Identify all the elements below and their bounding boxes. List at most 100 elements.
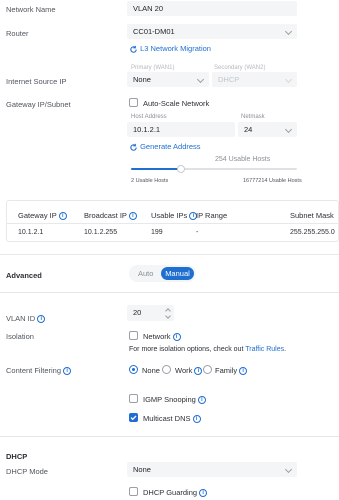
isolation-hint-suffix: . xyxy=(284,346,287,353)
chevron-down-icon xyxy=(284,27,293,36)
chevron-down-icon xyxy=(196,75,205,84)
multicast-dns-label: Multicast DNS i xyxy=(143,414,201,424)
filter-family-label: Family i xyxy=(215,366,248,376)
info-icon[interactable]: i xyxy=(199,489,208,498)
header-text: Gateway IP xyxy=(18,211,57,220)
filter-family-radio[interactable] xyxy=(203,365,212,374)
secondary-wan-select[interactable]: DHCP xyxy=(212,72,297,87)
generate-address-text: Generate Address xyxy=(140,142,201,151)
info-icon[interactable]: i xyxy=(58,212,67,221)
auto-option[interactable]: Auto xyxy=(138,269,153,278)
chevron-down-icon[interactable] xyxy=(165,313,171,319)
internet-source-label: Internet Source IP xyxy=(6,77,67,86)
network-name-label: Network Name xyxy=(6,5,56,14)
table-header-usable: Usable IPs i xyxy=(151,211,198,221)
info-icon[interactable]: i xyxy=(192,415,201,424)
multicast-dns-checkbox[interactable] xyxy=(129,413,138,422)
usable-hosts-slider-fill xyxy=(131,168,181,170)
advanced-toggle: Auto Manual xyxy=(129,265,196,282)
filter-none-radio[interactable] xyxy=(129,365,138,374)
dhcp-mode-select[interactable]: None xyxy=(127,462,297,477)
table-header-gateway: Gateway IP i xyxy=(18,211,67,221)
netmask-label: Netmask xyxy=(241,114,265,120)
dhcp-mode-label: DHCP Mode xyxy=(6,467,48,476)
dhcp-guarding-text: DHCP Guarding xyxy=(143,488,198,497)
content-filtering-text: Content Filtering xyxy=(6,366,62,375)
secondary-wan-header: Secondary (WAN2) xyxy=(214,65,266,71)
network-isolation-text: Network xyxy=(143,332,171,341)
isolation-hint-text: For more isolation options, check out xyxy=(129,346,244,353)
table-cell-usable: 199 xyxy=(151,229,163,236)
table-header-range: IP Range xyxy=(196,211,228,220)
checkmark-icon xyxy=(130,415,137,421)
info-icon[interactable]: i xyxy=(239,367,248,376)
secondary-wan-value: DHCP xyxy=(218,75,240,84)
chevron-down-icon xyxy=(284,75,293,84)
vlan-id-text: VLAN ID xyxy=(6,314,36,323)
dhcp-guarding-label: DHCP Guarding i xyxy=(143,488,208,498)
usable-hosts-slider-handle[interactable] xyxy=(177,165,185,173)
table-cell-range: - xyxy=(196,229,199,236)
auto-scale-checkbox[interactable] xyxy=(129,98,138,107)
primary-wan-value: None xyxy=(133,75,151,84)
isolation-hint: For more isolation options, check out Tr… xyxy=(129,346,286,353)
filter-work-radio[interactable] xyxy=(162,365,171,374)
table-cell-broadcast: 10.1.2.255 xyxy=(84,229,118,236)
info-icon[interactable]: i xyxy=(63,367,72,376)
vlan-id-label: VLAN ID i xyxy=(6,314,46,324)
info-icon[interactable]: i xyxy=(194,367,203,376)
vlan-id-value: 20 xyxy=(133,308,142,317)
router-select[interactable]: CC01-DM01 xyxy=(127,24,297,39)
netmask-select[interactable]: 24 xyxy=(238,122,297,137)
igmp-snooping-label: IGMP Snooping i xyxy=(143,395,206,405)
table-header-broadcast: Broadcast IP i xyxy=(84,211,137,221)
info-icon[interactable]: i xyxy=(172,333,181,342)
dhcp-guarding-checkbox[interactable] xyxy=(129,487,138,496)
dhcp-section-label: DHCP xyxy=(6,452,28,461)
section-divider xyxy=(0,436,339,437)
network-isolation-label: Network i xyxy=(143,332,181,342)
filter-none-label: None xyxy=(142,366,160,375)
advanced-label: Advanced xyxy=(6,271,42,280)
usable-hosts-min: 2 Usable Hosts xyxy=(131,178,169,184)
usable-hosts-center: 254 Usable Hosts xyxy=(215,156,271,163)
header-text: Broadcast IP xyxy=(84,211,127,220)
host-address-input[interactable]: 10.1.2.1 xyxy=(127,122,235,137)
primary-wan-select[interactable]: None xyxy=(127,72,209,87)
auto-scale-label: Auto-Scale Network xyxy=(143,99,210,108)
refresh-icon xyxy=(130,45,137,53)
vlan-id-stepper[interactable]: 20 xyxy=(127,305,174,321)
igmp-snooping-checkbox[interactable] xyxy=(129,394,138,403)
network-isolation-checkbox[interactable] xyxy=(129,331,138,340)
router-value: CC01-DM01 xyxy=(133,27,175,36)
host-address-label: Host Address xyxy=(131,114,167,120)
section-divider xyxy=(0,254,339,255)
table-cell-gateway: 10.1.2.1 xyxy=(18,229,44,236)
usable-hosts-max: 16777214 Usable Hosts xyxy=(243,178,302,184)
info-icon[interactable]: i xyxy=(128,212,137,221)
gateway-label: Gateway IP/Subnet xyxy=(6,100,71,109)
info-icon[interactable]: i xyxy=(197,396,206,405)
dhcp-mode-value: None xyxy=(133,465,151,474)
primary-wan-header: Primary (WAN1) xyxy=(131,65,175,71)
chevron-down-icon xyxy=(284,125,293,134)
usable-hosts-slider-track[interactable] xyxy=(131,165,297,173)
table-cell-subnet: 255.255.255.0 xyxy=(290,229,335,236)
table-divider xyxy=(7,223,338,224)
multicast-dns-text: Multicast DNS xyxy=(143,414,191,423)
section-divider xyxy=(0,292,339,293)
igmp-snooping-text: IGMP Snooping xyxy=(143,395,196,404)
chevron-down-icon xyxy=(284,465,293,474)
content-filtering-label: Content Filtering i xyxy=(6,366,72,376)
traffic-rules-link[interactable]: Traffic Rules xyxy=(245,346,284,353)
refresh-icon xyxy=(130,143,137,151)
network-name-input[interactable]: VLAN 20 xyxy=(127,1,297,16)
generate-address-link[interactable]: Generate Address xyxy=(129,142,201,152)
l3-migration-text: L3 Network Migration xyxy=(140,44,211,53)
filter-work-label: Work i xyxy=(175,366,203,376)
manual-option[interactable]: Manual xyxy=(161,267,194,280)
filter-work-text: Work xyxy=(175,366,193,375)
filter-family-text: Family xyxy=(215,366,238,375)
info-icon[interactable]: i xyxy=(37,315,46,324)
l3-migration-link[interactable]: L3 Network Migration xyxy=(129,44,211,54)
